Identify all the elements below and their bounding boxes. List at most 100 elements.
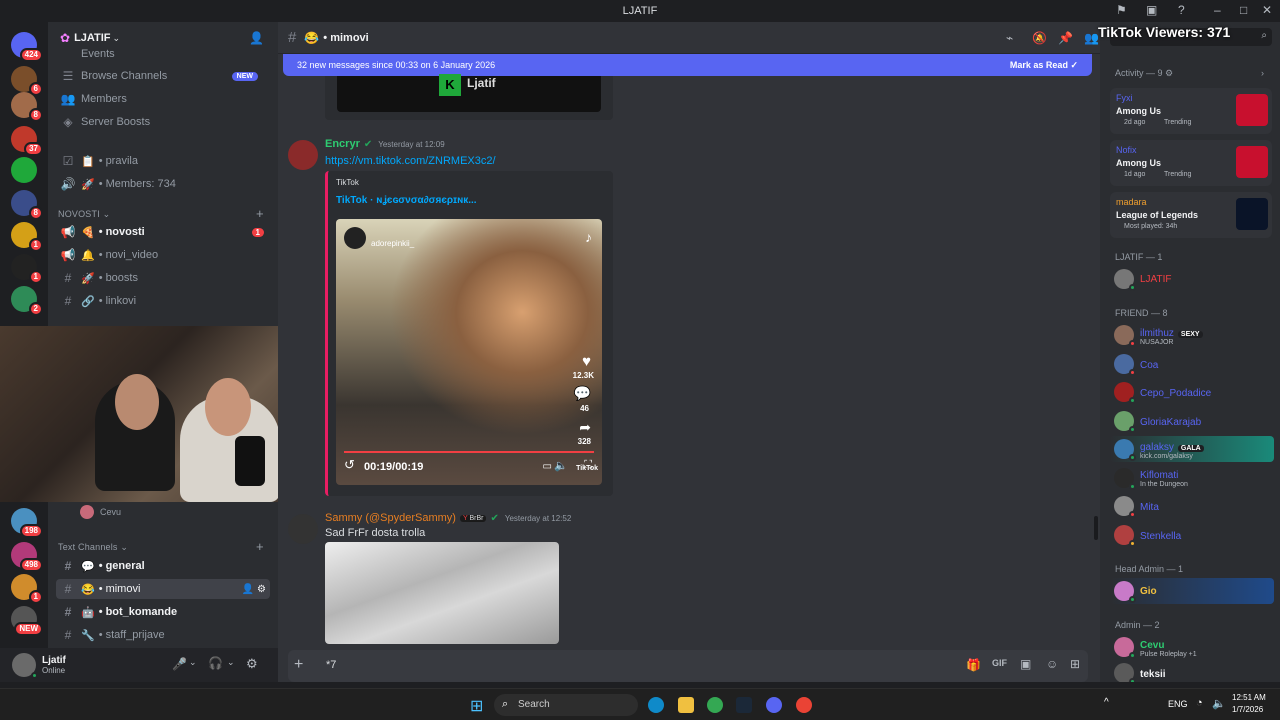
member-friend[interactable]: galaksy GALA kick.com/galaksy xyxy=(1110,436,1274,462)
gif-icon[interactable]: GIF xyxy=(992,658,1007,668)
server-icon[interactable]: 8 xyxy=(11,92,43,122)
chevron-down-icon[interactable]: ⌄ xyxy=(227,657,235,668)
chat-scrollbar[interactable] xyxy=(1094,516,1098,540)
member-admin[interactable]: teksii xyxy=(1114,660,1274,682)
sticker-icon[interactable]: ▣ xyxy=(1020,657,1031,671)
headphones-icon[interactable]: 🎧 xyxy=(208,656,223,670)
member-friend[interactable]: GloriaKarajab xyxy=(1114,408,1274,434)
add-channel-icon[interactable]: + xyxy=(256,539,264,554)
activity-card[interactable]: Fyxi Among Us 2d ago Trending xyxy=(1110,88,1272,134)
close-icon[interactable]: ✕ xyxy=(1262,3,1272,17)
message-composer[interactable]: + *7 🎁 GIF ▣ ☺ ⊞ xyxy=(288,650,1088,682)
emoji-picker-icon[interactable]: ☺ xyxy=(1046,657,1058,671)
category-novosti[interactable]: NOVOSTI ⌄ xyxy=(58,209,110,220)
member-friend[interactable]: Stenkella xyxy=(1114,522,1274,548)
mark-as-read-button[interactable]: Mark as Read ✓ xyxy=(1010,60,1078,71)
server-icon[interactable]: 1 xyxy=(11,254,43,284)
member-ljatif[interactable]: LJATIF xyxy=(1114,266,1274,292)
browse-channels[interactable]: ☰ Browse Channels NEW xyxy=(56,66,270,86)
channel-pravila[interactable]: ☑ 📋 • pravila xyxy=(56,151,270,171)
channel-novi-video[interactable]: 📢 🔔 • novi_video xyxy=(56,245,270,265)
activity-card[interactable]: Nofix Among Us 1d ago Trending xyxy=(1110,140,1272,186)
new-messages-banner[interactable]: 32 new messages since 00:33 on 6 January… xyxy=(283,54,1092,76)
add-channel-icon[interactable]: + xyxy=(256,206,264,221)
taskbar-search[interactable]: ⌕ Search xyxy=(494,694,638,716)
inbox-icon[interactable]: ⚑ xyxy=(1116,3,1127,17)
server-icon[interactable]: 6 xyxy=(11,66,43,96)
steam-icon[interactable] xyxy=(736,697,752,713)
channel-member-count[interactable]: 🔊 🚀 • Members: 734 xyxy=(56,174,270,194)
chrome-icon[interactable] xyxy=(707,697,723,713)
replay-icon[interactable]: ↺ xyxy=(344,457,355,473)
channel-boosts[interactable]: # 🚀 • boosts xyxy=(56,268,270,288)
tiktok-video[interactable]: adorepinkii_ ♪ ♥ 12.3K 💬 46 ➦ 328 ↺ 00:1… xyxy=(336,219,602,485)
comment-icon[interactable]: 💬 xyxy=(574,385,591,402)
channel-bot-komande[interactable]: # 🤖 • bot_komande xyxy=(56,602,270,622)
gear-icon[interactable]: ⚙ xyxy=(257,584,266,595)
channel-mimovi[interactable]: # 😂 • mimovi 👤 ⚙ xyxy=(56,579,270,599)
start-icon[interactable]: ⊞ xyxy=(470,696,483,716)
screen-icon[interactable]: ▣ xyxy=(1146,3,1157,17)
server-icon[interactable]: 198 xyxy=(11,508,43,538)
member-admin[interactable]: Cevu Pulse Roleplay +1 xyxy=(1114,634,1274,660)
user-avatar[interactable] xyxy=(12,653,38,679)
server-icon[interactable]: 37 xyxy=(11,126,43,156)
help-icon[interactable]: ? xyxy=(1178,3,1185,17)
mute-icon[interactable]: 🔕 xyxy=(1032,31,1047,45)
speaker-icon[interactable]: 🔈 xyxy=(1212,697,1226,710)
server-icon[interactable]: 2 xyxy=(11,286,43,316)
minimize-icon[interactable]: – xyxy=(1214,3,1221,17)
gift-icon[interactable]: 🎁 xyxy=(966,658,981,672)
add-attachment-icon[interactable]: + xyxy=(294,656,303,674)
clock-time[interactable]: 12:51 AM xyxy=(1232,693,1266,702)
pin-icon[interactable]: 📌 xyxy=(1058,31,1073,45)
gear-icon[interactable]: ⚙ xyxy=(246,656,258,672)
message-author[interactable]: Sammy (@SpyderSammy) xyxy=(325,512,456,524)
share-icon[interactable]: ➦ xyxy=(579,419,591,436)
wifi-icon[interactable]: ◔ xyxy=(1196,697,1203,709)
edge-icon[interactable] xyxy=(648,697,664,713)
member-friend[interactable]: Coa xyxy=(1114,351,1274,377)
channel-staff-prijave[interactable]: # 🔧 • staff_prijave xyxy=(56,625,270,645)
clock-date[interactable]: 1/7/2026 xyxy=(1232,705,1263,714)
members-link[interactable]: 👥 Members xyxy=(56,89,270,109)
user-info[interactable]: Ljatif Online xyxy=(42,655,66,675)
discord-icon[interactable] xyxy=(766,697,782,713)
server-icon[interactable]: 1 xyxy=(11,222,43,252)
server-icon[interactable]: 8 xyxy=(11,190,43,220)
server-icon[interactable]: 424 xyxy=(11,32,43,62)
channel-general[interactable]: # 💬 • general xyxy=(56,556,270,576)
captions-icon[interactable]: ▭ xyxy=(543,461,552,472)
maximize-icon[interactable]: □ xyxy=(1240,3,1247,17)
avatar[interactable] xyxy=(288,140,318,170)
message-author[interactable]: Encryr xyxy=(325,138,360,150)
avatar[interactable] xyxy=(288,514,318,544)
member-friend[interactable]: Cepo_Podadice xyxy=(1114,379,1274,405)
message-image[interactable] xyxy=(325,542,559,644)
server-icon[interactable]: 1 xyxy=(11,574,43,604)
folder-icon[interactable] xyxy=(678,697,694,713)
activity-card[interactable]: madara League of Legends Most played: 34h xyxy=(1110,192,1272,238)
apps-icon[interactable]: ⊞ xyxy=(1070,657,1080,671)
server-icon[interactable]: 498 xyxy=(11,542,43,572)
server-icon[interactable]: NEW xyxy=(11,606,43,636)
threads-icon[interactable]: ⌁ xyxy=(1006,31,1013,45)
microphone-icon[interactable]: 🎤 xyxy=(172,657,187,671)
chevron-down-icon[interactable]: ⌄ xyxy=(189,657,197,668)
tray-chevron-icon[interactable]: ^ xyxy=(1104,697,1109,708)
composer-input[interactable]: *7 xyxy=(326,659,336,671)
volume-icon[interactable]: 🔈 xyxy=(554,459,568,472)
channel-linkovi[interactable]: # 🔗 • linkovi xyxy=(56,291,270,311)
member-friend[interactable]: ilmithuz SEXY NUSAJOR xyxy=(1114,322,1274,348)
channel-novosti[interactable]: 📢 🍕 • novosti 1 xyxy=(56,222,270,242)
member-gio[interactable]: Gio xyxy=(1110,578,1274,604)
heart-icon[interactable]: ♥ xyxy=(582,353,591,370)
embed-title[interactable]: TikTok · ɴʝєɢσνσα∂σяєρɪɴк... xyxy=(336,195,477,206)
category-text-channels[interactable]: Text Channels ⌄ xyxy=(58,542,128,553)
activity-header[interactable]: Activity — 9 ⚙ › xyxy=(1115,68,1264,79)
tray-language[interactable]: ENG xyxy=(1168,699,1188,709)
server-boosts-link[interactable]: ◈ Server Boosts xyxy=(56,112,270,132)
channel-events[interactable]: Events xyxy=(56,48,270,60)
chrome-icon[interactable] xyxy=(796,697,812,713)
invite-icon[interactable]: 👤 xyxy=(242,584,254,595)
